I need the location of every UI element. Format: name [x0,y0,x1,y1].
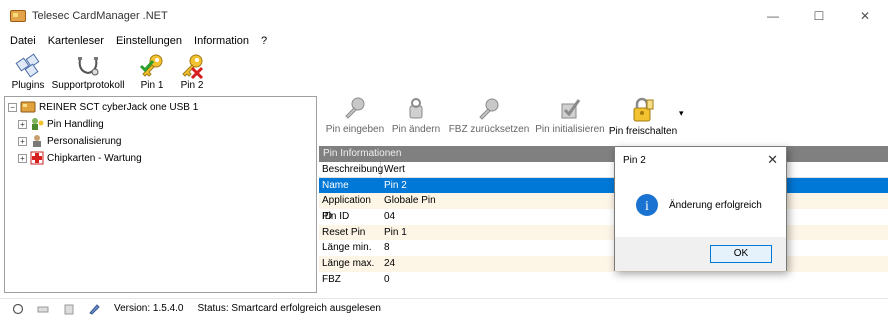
expand-icon[interactable]: + [18,136,27,146]
pin-aendern-button[interactable]: Pin ändern [389,96,443,144]
dialog-title-bar: Pin 2 ✕ [615,147,786,173]
row-label: Name [322,179,349,191]
window-controls: — ☐ ✕ [750,0,888,31]
close-button[interactable]: ✕ [842,0,888,31]
key-reset-icon [479,98,499,120]
supportprotokoll-label: Supportprotokoll [51,80,125,91]
menu-einstellungen[interactable]: Einstellungen [116,35,182,47]
status-text: Status: Smartcard erfolgreich ausgelesen [197,303,381,314]
table-row[interactable]: Application ID Globale Pin [319,193,888,223]
key-init-icon [561,99,581,119]
pin-aendern-label: Pin ändern [391,124,441,135]
row-label: Reset Pin [322,226,366,238]
reader-status-icon [37,306,49,312]
expand-icon[interactable]: + [18,119,27,129]
tree-item-pin-handling[interactable]: + Pin Handling [18,116,104,132]
person-settings-icon [33,135,41,147]
menu-datei[interactable]: Datei [10,35,36,47]
dialog-title: Pin 2 [623,154,646,166]
first-aid-icon [30,151,44,165]
key-check-icon [139,54,163,77]
pin-info-grid: Beschreibung Wert Name Pin 2 Application… [319,162,888,288]
plugins-icon [15,53,40,78]
table-row[interactable]: Name Pin 2 [319,177,888,194]
pin1-label: Pin 1 [140,80,164,91]
row-label: Application ID [322,195,371,223]
table-row[interactable]: Reset Pin Pin 1 [319,224,888,241]
tree-item-label: Personalisierung [47,135,122,147]
pin1-button[interactable]: Pin 1 [134,51,170,94]
menu-help[interactable]: ? [261,35,267,47]
dialog-footer: OK [615,237,786,271]
key-enter-icon [345,97,365,119]
pin-initialisieren-button[interactable]: Pin initialisieren [533,96,607,144]
tree-item-label: Pin Handling [47,118,104,130]
circle-status-icon [12,303,24,314]
fbz-zuruecksetzen-button[interactable]: FBZ zurücksetzen [447,96,531,144]
card-reader-icon [20,101,36,113]
menu-information[interactable]: Information [194,35,249,47]
tree-root[interactable]: − REINER SCT cyberJack one USB 1 [8,99,198,115]
row-label: Länge min. [322,242,372,254]
tree-item-chipkarten-wartung[interactable]: + Chipkarten - Wartung [18,150,142,166]
dialog-body: i Änderung erfolgreich [615,173,786,237]
pin-eingeben-button[interactable]: Pin eingeben [325,96,385,144]
main-toolbar: Plugins Supportprotokoll Pin 1 Pin 2 [0,51,888,94]
reader-tree[interactable]: − REINER SCT cyberJack one USB 1 + Pin H… [4,96,317,293]
pin2-button[interactable]: Pin 2 [174,51,210,94]
app-card-icon [10,9,26,22]
menu-bar: Datei Kartenleser Einstellungen Informat… [0,31,888,51]
tree-item-label: Chipkarten - Wartung [47,152,142,164]
pin-eingeben-label: Pin eingeben [325,124,385,135]
key-x-icon [182,54,204,79]
maximize-button[interactable]: ☐ [796,0,842,31]
expand-icon[interactable]: + [18,153,27,163]
key-change-icon [409,98,423,119]
minimize-button[interactable]: — [750,0,796,31]
supportprotokoll-button[interactable]: Supportprotokoll [52,51,124,94]
chevron-down-icon[interactable]: ▾ [679,108,684,119]
collapse-icon[interactable]: − [8,102,17,112]
pin-initialisieren-label: Pin initialisieren [535,124,605,135]
pin-detail-pane: Pin eingeben Pin ändern FBZ zurücksetzen… [319,96,888,293]
row-value: 0 [384,273,390,285]
pin-info-header: Pin Informationen [319,146,888,162]
info-icon: i [636,194,658,216]
table-row[interactable]: FBZ 0 [319,272,888,288]
grid-header-row: Beschreibung Wert [319,162,888,178]
window-title: Telesec CardManager .NET [32,9,168,22]
row-label: Länge max. [322,258,375,270]
row-label: FBZ [322,273,341,285]
stethoscope-icon [78,57,99,76]
ok-button[interactable]: OK [710,245,772,263]
plugins-label: Plugins [11,80,45,91]
version-text: Version: 1.5.4.0 [114,303,184,314]
info-glyph: i [645,199,649,214]
pin-toolbar: Pin eingeben Pin ändern FBZ zurücksetzen… [319,96,888,144]
user-key-icon [32,118,44,130]
dialog-close-button[interactable]: ✕ [767,152,778,168]
table-row[interactable]: Länge min. 8 [319,240,888,256]
pin-freischalten-label: Pin freischalten [608,126,678,137]
table-row[interactable]: Pin ID 04 [319,209,888,225]
row-label: Pin ID [322,211,350,223]
tree-root-label: REINER SCT cyberJack one USB 1 [39,101,199,113]
fbz-zuruecksetzen-label: FBZ zurücksetzen [448,124,530,135]
column-header-beschreibung[interactable]: Beschreibung [319,162,383,177]
pin2-label: Pin 2 [180,80,204,91]
dialog-message: Änderung erfolgreich [669,199,762,211]
title-bar: Telesec CardManager .NET — ☐ ✕ [0,0,888,31]
table-row[interactable]: Länge max. 24 [319,256,888,272]
tree-item-personalisierung[interactable]: + Personalisierung [18,133,122,149]
pin-freischalten-button[interactable]: Pin freischalten [609,96,677,144]
message-dialog: Pin 2 ✕ i Änderung erfolgreich OK [614,146,787,271]
status-bar: Version: 1.5.4.0 Status: Smartcard erfol… [0,298,888,318]
menu-kartenleser[interactable]: Kartenleser [48,35,104,47]
plugins-button[interactable]: Plugins [8,51,48,94]
padlock-key-icon [633,97,654,122]
pen-status-icon [89,303,100,315]
card-status-icon [64,304,74,314]
